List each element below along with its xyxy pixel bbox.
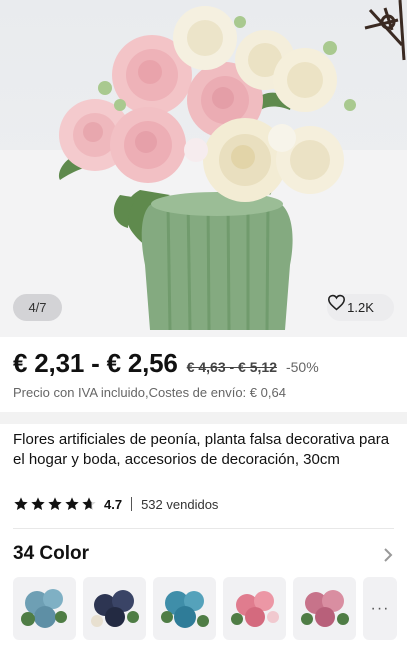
star-icon (65, 497, 79, 510)
rating-row[interactable]: 4.7 532 vendidos (13, 494, 218, 514)
tax-shipping-info: Precio con IVA incluido,Costes de envío:… (13, 385, 286, 400)
product-image (0, 0, 407, 337)
swatch-image (301, 590, 349, 627)
section-divider (0, 412, 407, 424)
color-swatch-light-blue[interactable] (13, 577, 76, 640)
divider-line (13, 528, 394, 529)
wishlist-button[interactable]: 1.2K (327, 294, 394, 321)
color-swatch-teal-blue[interactable] (153, 577, 216, 640)
color-swatch-pink[interactable] (223, 577, 286, 640)
star-icon (31, 497, 45, 510)
color-variant-heading[interactable]: 34 Color (13, 543, 89, 565)
chevron-right-icon[interactable] (382, 546, 394, 564)
discount-badge: -50% (285, 359, 319, 375)
more-colors-button[interactable]: ··· (363, 577, 397, 640)
swatch-image (161, 591, 209, 628)
product-title: Flores artificiales de peonía, planta fa… (13, 431, 390, 468)
swatch-image (91, 590, 139, 627)
color-swatch-dark-navy[interactable] (83, 577, 146, 640)
current-price: € 2,31 - € 2,56 (13, 348, 178, 378)
original-price: € 4,63 - € 5,12 (186, 359, 277, 375)
color-swatch-list: ··· (13, 577, 397, 640)
rating-separator (131, 497, 133, 511)
star-icon (14, 497, 28, 510)
product-image-gallery[interactable]: 4/7 1.2K (0, 0, 407, 337)
like-count: 1.2K (347, 300, 374, 315)
rating-value: 4.7 (104, 496, 123, 512)
rating-stars (13, 496, 97, 512)
star-icon (48, 497, 62, 510)
star-half-icon (82, 497, 96, 510)
swatch-image (231, 591, 279, 627)
heart-icon (327, 294, 346, 311)
swatch-image (21, 589, 67, 628)
sold-count: 532 vendidos (141, 496, 219, 512)
price-row: € 2,31 - € 2,56 € 4,63 - € 5,12 -50% (13, 348, 397, 378)
image-page-indicator: 4/7 (13, 294, 62, 321)
color-swatch-rose-mauve[interactable] (293, 577, 356, 640)
